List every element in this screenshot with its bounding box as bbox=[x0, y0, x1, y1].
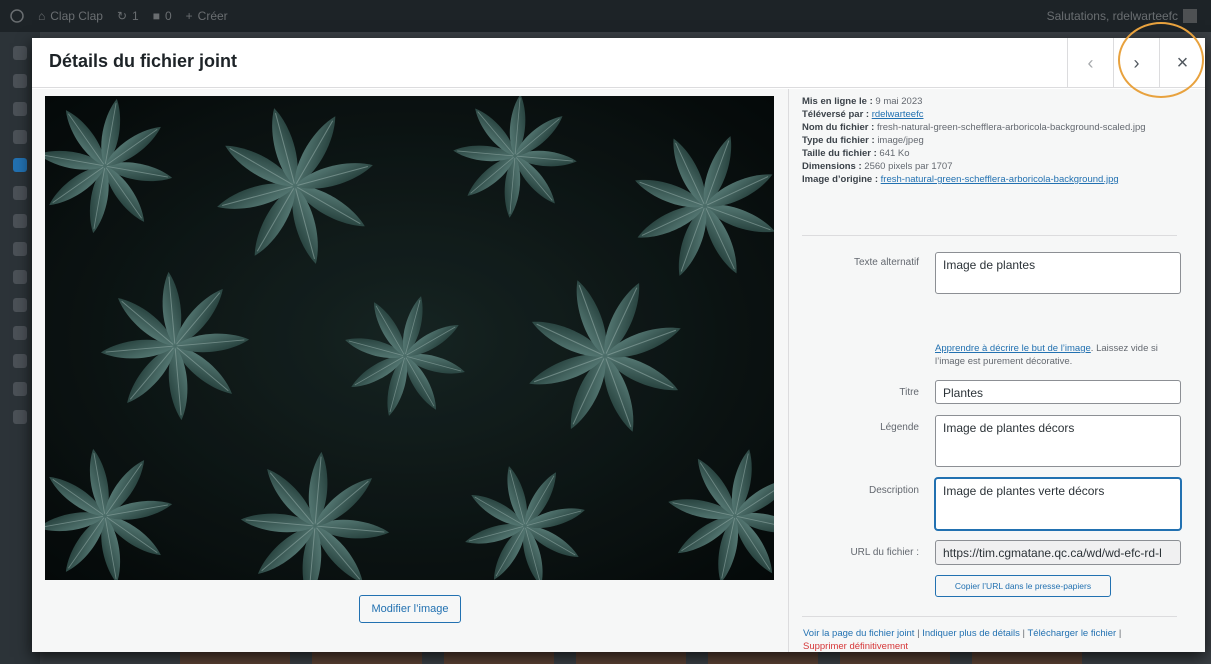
new-content-link[interactable]: + Créer bbox=[186, 9, 228, 23]
file-url-field[interactable]: https://tim.cgmatane.qc.ca/wd/wd-efc-rd-… bbox=[935, 540, 1181, 565]
attachment-details-sidebar: Mis en ligne le : 9 mai 2023 Téléversé p… bbox=[788, 89, 1205, 652]
thumbnail bbox=[180, 650, 290, 664]
uploaded-on: Mis en ligne le : 9 mai 2023 bbox=[802, 96, 923, 107]
delete-permanently-link[interactable]: Supprimer définitivement bbox=[803, 641, 908, 652]
divider bbox=[802, 235, 1177, 236]
attachment-image bbox=[45, 96, 774, 580]
menu-icon[interactable] bbox=[13, 186, 27, 200]
file-url-label: URL du fichier : bbox=[850, 547, 919, 558]
uploaded-by: Téléversé par : rdelwarteefc bbox=[802, 109, 924, 120]
thumbnail bbox=[576, 650, 686, 664]
menu-icon[interactable] bbox=[13, 382, 27, 396]
menu-icon[interactable] bbox=[13, 354, 27, 368]
title-field[interactable]: Plantes bbox=[935, 380, 1181, 404]
alt-text-field[interactable]: Image de plantes bbox=[935, 252, 1181, 294]
original-image-link[interactable]: fresh-natural-green-schefflera-arboricol… bbox=[881, 174, 1119, 185]
menu-icon[interactable] bbox=[13, 102, 27, 116]
description-field[interactable]: Image de plantes verte décors bbox=[935, 478, 1181, 530]
modal-header: Détails du fichier joint ‹ › × bbox=[32, 38, 1205, 88]
admin-bar: ⌂ Clap Clap ↻ 1 ■ 0 + Créer Salutations,… bbox=[0, 0, 1211, 32]
modal-title: Détails du fichier joint bbox=[49, 51, 238, 71]
caption-label: Légende bbox=[880, 422, 919, 433]
account-link[interactable]: Salutations, rdelwarteefc bbox=[1047, 9, 1197, 23]
comments-link[interactable]: ■ 0 bbox=[153, 9, 172, 23]
menu-icon[interactable] bbox=[13, 74, 27, 88]
divider bbox=[802, 616, 1177, 617]
more-details-link[interactable]: Indiquer plus de détails bbox=[922, 628, 1020, 639]
updates-link[interactable]: ↻ 1 bbox=[117, 9, 139, 23]
attachment-actions: Voir la page du fichier joint | Indiquer… bbox=[803, 628, 1122, 652]
view-attachment-page-link[interactable]: Voir la page du fichier joint bbox=[803, 628, 914, 639]
menu-icon[interactable] bbox=[13, 242, 27, 256]
title-label: Titre bbox=[899, 387, 919, 398]
menu-icon[interactable] bbox=[13, 130, 27, 144]
highlight-annotation bbox=[1118, 22, 1204, 98]
menu-icon[interactable] bbox=[13, 270, 27, 284]
menu-icon[interactable] bbox=[13, 326, 27, 340]
dimensions: Dimensions : 2560 pixels par 1707 bbox=[802, 161, 953, 172]
thumbnail bbox=[708, 650, 818, 664]
file-info: Mis en ligne le : 9 mai 2023 Téléversé p… bbox=[802, 95, 1172, 186]
site-name-link[interactable]: ⌂ Clap Clap bbox=[38, 9, 103, 23]
description-label: Description bbox=[868, 485, 919, 496]
uploader-link[interactable]: rdelwarteefc bbox=[872, 109, 924, 120]
download-file-link[interactable]: Télécharger le fichier bbox=[1027, 628, 1116, 639]
menu-icon[interactable] bbox=[13, 46, 27, 60]
filesize: Taille du fichier : 641 Ko bbox=[802, 148, 910, 159]
copy-url-button[interactable]: Copier l’URL dans le presse-papiers bbox=[935, 575, 1111, 597]
avatar bbox=[1183, 9, 1197, 23]
alt-text-label: Texte alternatif bbox=[853, 257, 919, 268]
attachment-details-modal: Détails du fichier joint ‹ › × Modifier … bbox=[32, 38, 1205, 652]
comment-icon: ■ bbox=[152, 9, 160, 23]
wordpress-logo-icon[interactable] bbox=[10, 9, 24, 23]
alt-text-help: Apprendre à décrire le but de l’image. L… bbox=[935, 343, 1158, 367]
alt-text-help-link[interactable]: Apprendre à décrire le but de l’image bbox=[935, 343, 1091, 354]
media-menu-icon[interactable] bbox=[13, 158, 27, 172]
filetype: Type du fichier : image/jpeg bbox=[802, 135, 924, 146]
previous-button[interactable]: ‹ bbox=[1067, 38, 1113, 88]
home-icon: ⌂ bbox=[38, 9, 46, 23]
thumbnail bbox=[312, 650, 422, 664]
plants-image bbox=[45, 96, 774, 580]
menu-icon[interactable] bbox=[13, 214, 27, 228]
original-image: Image d’origine : fresh-natural-green-sc… bbox=[802, 174, 1119, 185]
plus-icon: + bbox=[185, 9, 193, 23]
caption-field[interactable]: Image de plantes décors bbox=[935, 415, 1181, 467]
image-preview-area: Modifier l’image bbox=[32, 89, 788, 652]
menu-icon[interactable] bbox=[13, 298, 27, 312]
chevron-left-icon: ‹ bbox=[1087, 52, 1094, 73]
filename: Nom du fichier : fresh-natural-green-sch… bbox=[802, 122, 1146, 133]
menu-icon[interactable] bbox=[13, 410, 27, 424]
thumbnail bbox=[444, 650, 554, 664]
refresh-icon: ↻ bbox=[116, 9, 128, 23]
edit-image-button[interactable]: Modifier l’image bbox=[359, 595, 461, 623]
